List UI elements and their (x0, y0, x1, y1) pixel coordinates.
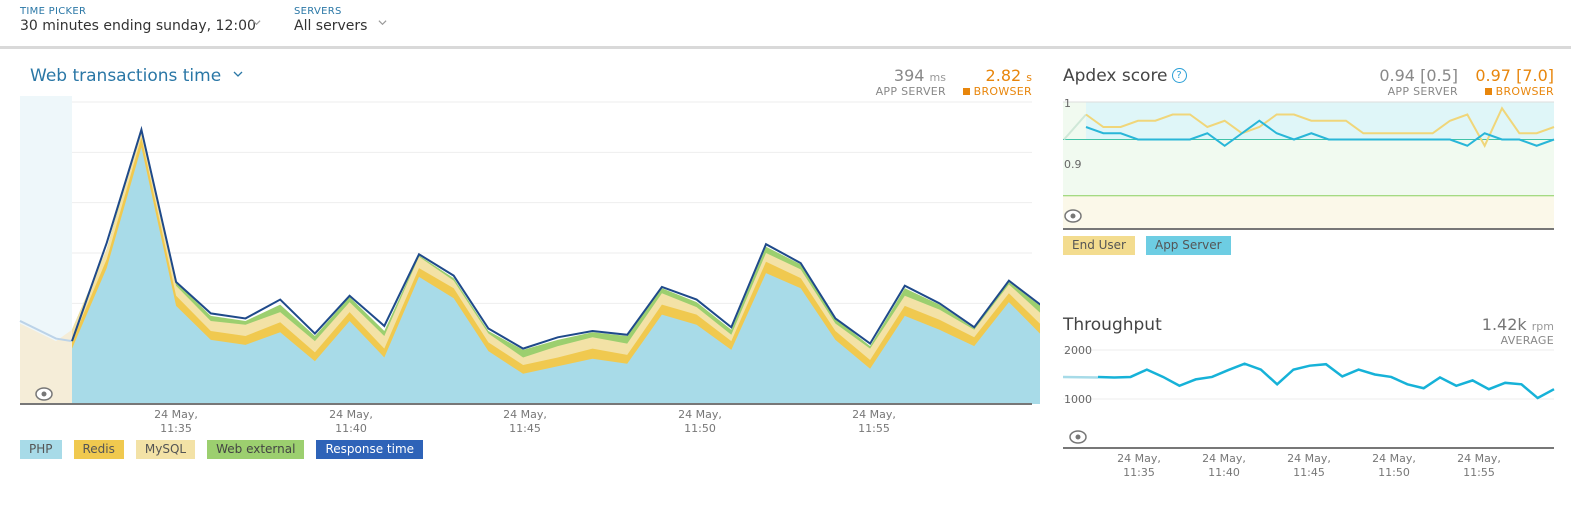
x-tick-label: 24 May, (329, 408, 373, 421)
throughput-unit: rpm (1531, 320, 1554, 333)
legend-item-end-user[interactable]: End User (1063, 236, 1135, 255)
legend-item-app-server[interactable]: App Server (1145, 236, 1231, 255)
y-tick-label: 0.9 (1064, 158, 1082, 171)
x-tick-label: 24 May, (154, 408, 198, 421)
time-picker-label: TIME PICKER (20, 6, 87, 17)
apdex-band-tolerating (1063, 195, 1554, 229)
x-tick-label: 11:45 (509, 422, 541, 435)
x-tick-label: 24 May, (503, 408, 547, 421)
x-tick-label: 24 May, (1287, 452, 1331, 465)
y-tick-label: 1 (1064, 97, 1071, 110)
web-transactions-legend: PHP Redis MySQL Web external Response time (20, 440, 424, 459)
x-tick-label: 11:40 (1208, 466, 1240, 479)
x-tick-label: 11:50 (1378, 466, 1410, 479)
x-tick-label: 24 May, (1117, 452, 1161, 465)
eye-icon (1069, 430, 1087, 444)
web-app-server-value: 394 (893, 66, 925, 85)
chevron-down-icon (252, 20, 261, 26)
servers-label: SERVERS (294, 6, 342, 17)
help-icon[interactable]: ? (1171, 68, 1187, 83)
web-browser-unit: s (1026, 71, 1032, 84)
throughput-value: 1.42k (1481, 315, 1527, 334)
x-tick-label: 11:35 (160, 422, 192, 435)
line-throughput (1097, 362, 1555, 400)
top-bar: TIME PICKER 30 minutes ending sunday, 12… (0, 0, 1571, 49)
chevron-down-icon (378, 20, 387, 26)
eye-icon (35, 387, 53, 401)
x-tick-label: 24 May, (678, 408, 722, 421)
y-tick-label: 2000 (1064, 344, 1092, 357)
apdex-legend: End User App Server (1063, 236, 1231, 255)
legend-item-redis[interactable]: Redis (73, 440, 124, 459)
chevron-down-icon (233, 71, 243, 77)
throughput-title: Throughput (1063, 315, 1162, 335)
eye-icon (1064, 209, 1082, 223)
servers-picker[interactable]: SERVERS All servers (294, 6, 387, 34)
x-tick-label: 11:55 (858, 422, 890, 435)
apdex-chart[interactable]: 10.9 (1060, 94, 1560, 234)
legend-item-php[interactable]: PHP (20, 440, 62, 459)
x-tick-label: 24 May, (1372, 452, 1416, 465)
web-transactions-chart[interactable]: 1200 ms1000 ms800 ms600 ms400 ms200 ms24… (0, 90, 1040, 440)
time-picker[interactable]: TIME PICKER 30 minutes ending sunday, 12… (20, 6, 261, 34)
throughput-chart[interactable]: 2000100024 May,11:3524 May,11:4024 May,1… (1060, 340, 1560, 485)
legend-item-web-external[interactable]: Web external (207, 440, 305, 459)
legend-item-mysql[interactable]: MySQL (135, 440, 196, 459)
x-tick-label: 24 May, (852, 408, 896, 421)
x-tick-label: 11:50 (684, 422, 716, 435)
web-transactions-title-text: Web transactions time (30, 66, 222, 86)
time-picker-value: 30 minutes ending sunday, 12:00 (20, 18, 256, 34)
y-tick-label: 1000 (1064, 393, 1092, 406)
apdex-title-text: Apdex score (1063, 66, 1168, 86)
web-transactions-title[interactable]: Web transactions time (30, 66, 243, 86)
servers-value: All servers (294, 18, 368, 34)
x-tick-label: 11:35 (1123, 466, 1155, 479)
x-tick-label: 24 May, (1457, 452, 1501, 465)
x-tick-label: 11:45 (1293, 466, 1325, 479)
x-tick-label: 11:55 (1463, 466, 1495, 479)
apdex-app-server-value: 0.94 [0.5] (1379, 66, 1458, 85)
web-app-server-unit: ms (929, 71, 946, 84)
apdex-title: Apdex score? (1063, 66, 1187, 86)
web-browser-value: 2.82 (985, 66, 1022, 85)
legend-item-response-time[interactable]: Response time (316, 440, 424, 459)
apdex-browser-value: 0.97 [7.0] (1475, 66, 1554, 85)
x-tick-label: 24 May, (1202, 452, 1246, 465)
x-tick-label: 11:40 (335, 422, 367, 435)
